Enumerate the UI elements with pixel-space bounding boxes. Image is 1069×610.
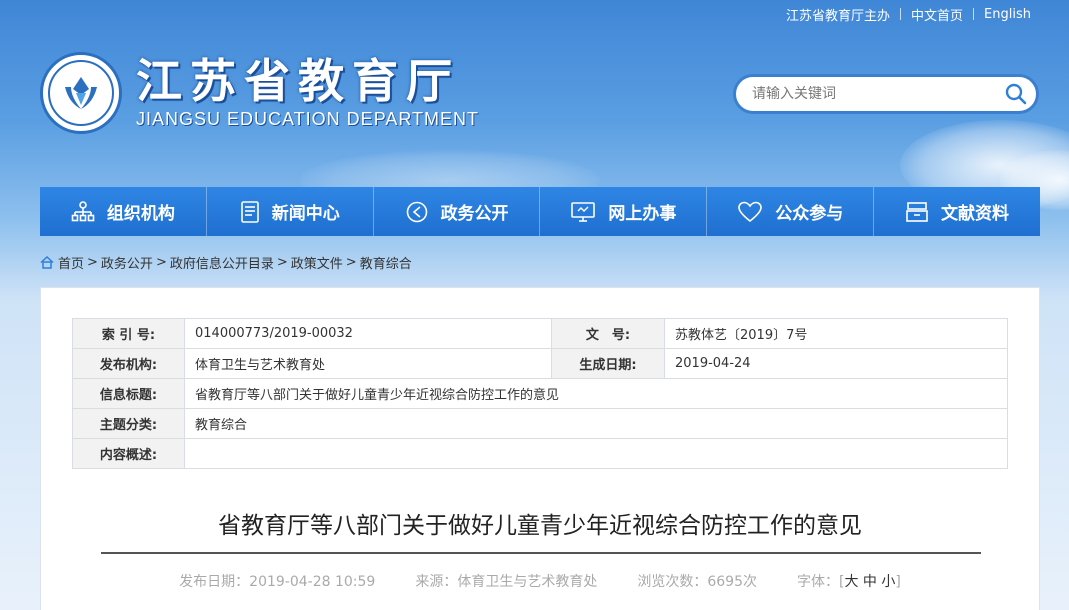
publisher-value: 体育卫生与艺术教育处 [184,348,552,379]
table-row: 索 引 号: 014000773/2019-00032 文 号: 苏教体艺〔20… [72,318,1008,349]
category-value: 教育综合 [184,408,1008,439]
breadcrumb-policy-docs[interactable]: 政策文件 [291,253,343,272]
logo-emblem-inner [48,60,114,126]
search-box [733,74,1039,114]
index-value: 014000773/2019-00032 [184,318,552,349]
breadcrumb-info-catalog[interactable]: 政府信息公开目录 [170,253,274,272]
logo-emblem[interactable] [40,52,122,134]
summary-label: 内容概述: [72,438,185,469]
breadcrumb-separator: > [345,255,357,270]
nav-item-gov-affairs[interactable]: 政务公开 [374,187,541,236]
table-row: 主题分类: 教育综合 [72,408,1008,439]
emblem-icon [65,77,97,109]
heart-icon [738,201,763,222]
table-row: 内容概述: [72,438,1008,469]
font-medium-button[interactable]: 中 [863,574,877,590]
doc-no-value: 苏教体艺〔2019〕7号 [664,318,1008,349]
breadcrumb-separator: > [276,255,288,270]
nav-label: 组织机构 [106,204,175,224]
font-size-control: 字体：[大 中 小] [796,574,901,590]
nav-item-online-services[interactable]: 网上办事 [540,187,708,236]
publisher-label: 发布机构: [72,348,185,379]
article-info: 发布日期：2019-04-28 10:59 来源：体育卫生与艺术教育处 浏览次数… [41,571,1039,591]
nav-label: 新闻中心 [271,204,340,224]
date-value: 2019-04-24 [664,348,1008,379]
view-count: 浏览次数：6695次 [637,574,757,590]
publish-date: 发布日期：2019-04-28 10:59 [179,574,376,590]
search-icon [1005,83,1027,105]
nav-label: 政务公开 [440,204,509,224]
breadcrumb-separator: > [155,255,167,270]
nav-label: 公众参与 [775,204,844,224]
content-panel: 索 引 号: 014000773/2019-00032 文 号: 苏教体艺〔20… [40,287,1040,610]
info-title-label: 信息标题: [72,378,185,409]
divider [973,8,975,20]
sponsor-link[interactable]: 江苏省教育厅主办 [786,5,890,24]
org-chart-icon [71,200,95,221]
document-icon [240,200,259,223]
main-nav: 组织机构 新闻中心 政务公开 网上办事 公众参与 文献资料 [40,187,1040,236]
font-small-button[interactable]: 小 [881,574,895,590]
search-button[interactable] [996,77,1036,111]
archive-icon [906,201,928,222]
divider [900,8,902,20]
date-label: 生成日期: [551,348,665,379]
nav-label: 文献资料 [941,204,1010,224]
nav-item-documents[interactable]: 文献资料 [874,187,1040,236]
info-title-value: 省教育厅等八部门关于做好儿童青少年近视综合防控工作的意见 [184,378,1008,409]
breadcrumb-education[interactable]: 教育综合 [360,253,412,272]
article-source: 来源：体育卫生与艺术教育处 [415,574,598,590]
nav-item-organization[interactable]: 组织机构 [40,187,207,236]
breadcrumb-home[interactable]: 首页 [58,253,84,272]
title-divider [101,552,981,554]
send-icon [406,201,427,222]
monitor-icon [571,201,596,222]
search-input[interactable] [736,86,996,102]
nav-item-news[interactable]: 新闻中心 [207,187,374,236]
font-size-label: 字体： [796,574,839,590]
category-label: 主题分类: [72,408,185,439]
index-label: 索 引 号: [72,318,185,349]
table-row: 信息标题: 省教育厅等八部门关于做好儿童青少年近视综合防控工作的意见 [72,378,1008,409]
font-large-button[interactable]: 大 [844,574,858,590]
nav-item-public-participation[interactable]: 公众参与 [707,187,875,236]
metadata-table: 索 引 号: 014000773/2019-00032 文 号: 苏教体艺〔20… [72,318,1008,469]
top-links: 江苏省教育厅主办 中文首页 English [786,5,1031,24]
doc-no-label: 文 号: [551,318,665,349]
site-title-cn: 江苏省教育厅 [136,54,460,108]
article-title: 省教育厅等八部门关于做好儿童青少年近视综合防控工作的意见 [218,513,862,539]
table-row: 发布机构: 体育卫生与艺术教育处 生成日期: 2019-04-24 [72,348,1008,379]
site-title-en: JIANGSU EDUCATION DEPARTMENT [136,109,480,129]
home-link[interactable]: 中文首页 [911,5,963,24]
breadcrumb-separator: > [87,255,98,270]
breadcrumb: 首页 > 政务公开 > 政府信息公开目录 > 政策文件 > 教育综合 [40,253,412,272]
breadcrumb-gov-affairs[interactable]: 政务公开 [101,253,153,272]
nav-label: 网上办事 [608,204,677,224]
summary-value [184,438,1008,469]
home-icon [40,256,54,269]
english-link[interactable]: English [984,7,1031,22]
